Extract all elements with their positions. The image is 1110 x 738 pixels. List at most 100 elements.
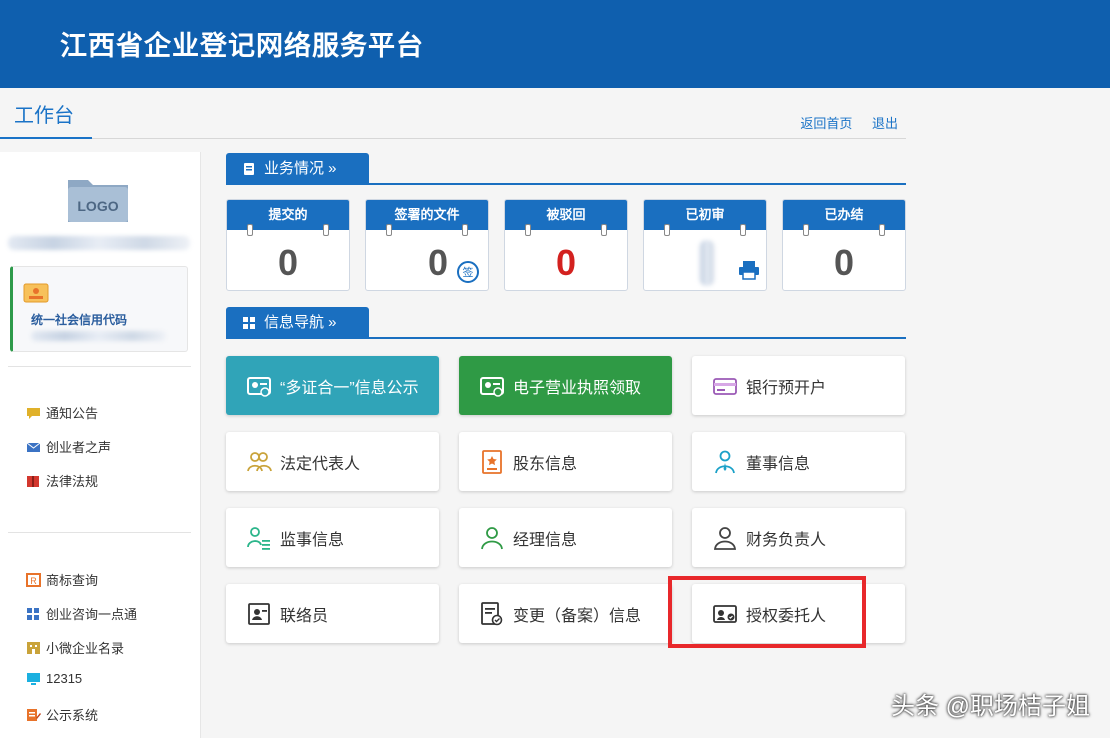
top-links: 返回首页 退出 (784, 113, 898, 132)
binder-ring-icon (323, 224, 329, 236)
stat-label: 被驳回 (505, 200, 627, 230)
credit-code-redacted (31, 331, 166, 341)
sidebar-item-label: 创业咨询一点通 (46, 607, 138, 622)
stat-label: 已初审 (644, 200, 766, 230)
change-filing-button[interactable]: 变更（备案）信息 (459, 584, 672, 643)
user-outline-icon (714, 526, 736, 550)
button-label: 联络员 (280, 607, 329, 625)
red-highlight-annotation (668, 576, 866, 648)
supervisor-button[interactable]: 监事信息 (226, 508, 439, 567)
stat-value: 0 (833, 242, 855, 283)
button-label: 董事信息 (746, 455, 811, 473)
id-card-icon (480, 376, 504, 397)
sidebar-divider (8, 366, 191, 367)
user-list-icon (247, 526, 270, 550)
stat-value: 0 (277, 242, 299, 283)
finance-officer-button[interactable]: 财务负责人 (692, 508, 905, 567)
sidebar-divider (8, 532, 191, 533)
sidebar-item-label: 通知公告 (46, 406, 99, 421)
sidebar-item-laws[interactable]: 法律法规 (26, 471, 98, 490)
printer-icon[interactable] (738, 260, 760, 280)
platform-title: 江西省企业登记网络服务平台 (60, 31, 424, 61)
svg-text:R: R (30, 576, 37, 586)
binder-ring-icon (664, 224, 670, 236)
stat-card-rejected[interactable]: 被驳回 0 (504, 199, 628, 291)
button-label: 股东信息 (513, 455, 578, 473)
button-label: 经理信息 (513, 531, 578, 549)
button-label: 法定代表人 (280, 455, 361, 473)
sidebar: LOGO 统一社会信用代码 通知公告 创业者之声 法律法规 R 商标查询 创业咨… (0, 152, 201, 738)
binder-ring-icon (803, 224, 809, 236)
binder-ring-icon (525, 224, 531, 236)
stat-card-preliminary[interactable]: 已初审 (643, 199, 767, 291)
home-link[interactable]: 返回首页 (800, 116, 852, 131)
mail-icon (26, 442, 41, 452)
workbench-bar: 工作台 返回首页 退出 (0, 95, 906, 139)
trademark-icon: R (26, 572, 41, 587)
stat-card-signed[interactable]: 签署的文件 0 签 (365, 199, 489, 291)
clipboard-edit-icon (27, 708, 41, 721)
stat-label: 签署的文件 (366, 200, 488, 230)
director-button[interactable]: 董事信息 (692, 432, 905, 491)
stat-card-submitted[interactable]: 提交的 0 (226, 199, 350, 291)
user-tie-icon (715, 450, 735, 473)
binder-ring-icon (386, 224, 392, 236)
button-label: 电子营业执照领取 (513, 379, 642, 397)
user-icon (481, 526, 503, 549)
multi-cert-public-button[interactable]: “多证合一”信息公示 (226, 356, 439, 415)
credit-code-card: 统一社会信用代码 (10, 266, 188, 352)
stat-value: 0 (555, 242, 577, 283)
button-label: 银行预开户 (746, 379, 827, 397)
sidebar-item-notices[interactable]: 通知公告 (26, 403, 98, 422)
sidebar-item-label: 12315 (46, 671, 83, 686)
logout-link[interactable]: 退出 (872, 116, 898, 131)
document-edit-icon (481, 601, 503, 625)
certificate-icon (482, 449, 502, 474)
company-name-redacted (8, 236, 190, 250)
nav-section-tab[interactable]: 信息导航 » (226, 307, 369, 339)
credit-code-label: 统一社会信用代码 (31, 313, 128, 327)
building-icon (27, 641, 40, 654)
liaison-button[interactable]: 联络员 (226, 584, 439, 643)
stat-card-completed[interactable]: 已办结 0 (782, 199, 906, 291)
business-section-tab[interactable]: 业务情况 » (226, 153, 369, 185)
nav-section-title: 信息导航 » (264, 314, 337, 331)
stat-label: 提交的 (227, 200, 349, 230)
value-redacted (699, 240, 715, 286)
sidebar-item-label: 公示系统 (46, 708, 99, 723)
sidebar-item-micro-enterprise[interactable]: 小微企业名录 (26, 638, 124, 657)
sidebar-item-label: 小微企业名录 (46, 641, 125, 656)
sidebar-item-label: 商标查询 (46, 573, 99, 588)
manager-button[interactable]: 经理信息 (459, 508, 672, 567)
sign-icon[interactable]: 签 (456, 260, 480, 284)
tab-workbench[interactable]: 工作台 (0, 101, 92, 139)
business-section-header: 业务情况 » (226, 153, 906, 185)
sidebar-item-12315[interactable]: 12315 (26, 671, 82, 686)
grid-icon (27, 607, 39, 620)
button-label: 财务负责人 (746, 531, 827, 549)
grid-icon (243, 317, 255, 329)
bank-card-icon (713, 377, 737, 395)
sidebar-item-label: 法律法规 (46, 474, 99, 489)
contact-card-icon (248, 602, 270, 625)
stat-value: 0 (427, 242, 448, 283)
binder-ring-icon (740, 224, 746, 236)
binder-ring-icon (601, 224, 607, 236)
id-card-icon (23, 283, 49, 303)
sidebar-item-consult[interactable]: 创业咨询一点通 (26, 604, 137, 623)
bank-account-button[interactable]: 银行预开户 (692, 356, 905, 415)
document-icon (244, 163, 254, 175)
chat-bubble-icon (27, 407, 40, 419)
sign-icon-text: 签 (463, 265, 474, 279)
sidebar-item-founders-voice[interactable]: 创业者之声 (26, 437, 111, 456)
shareholder-button[interactable]: 股东信息 (459, 432, 672, 491)
sidebar-item-public-system[interactable]: 公示系统 (26, 705, 98, 724)
binder-ring-icon (462, 224, 468, 236)
sidebar-item-label: 创业者之声 (46, 440, 112, 455)
monitor-icon (27, 672, 40, 685)
legal-rep-button[interactable]: 法定代表人 (226, 432, 439, 491)
e-license-button[interactable]: 电子营业执照领取 (459, 356, 672, 415)
nav-section-header: 信息导航 » (226, 307, 906, 339)
stat-label: 已办结 (783, 200, 905, 230)
sidebar-item-trademark[interactable]: R 商标查询 (26, 570, 98, 589)
